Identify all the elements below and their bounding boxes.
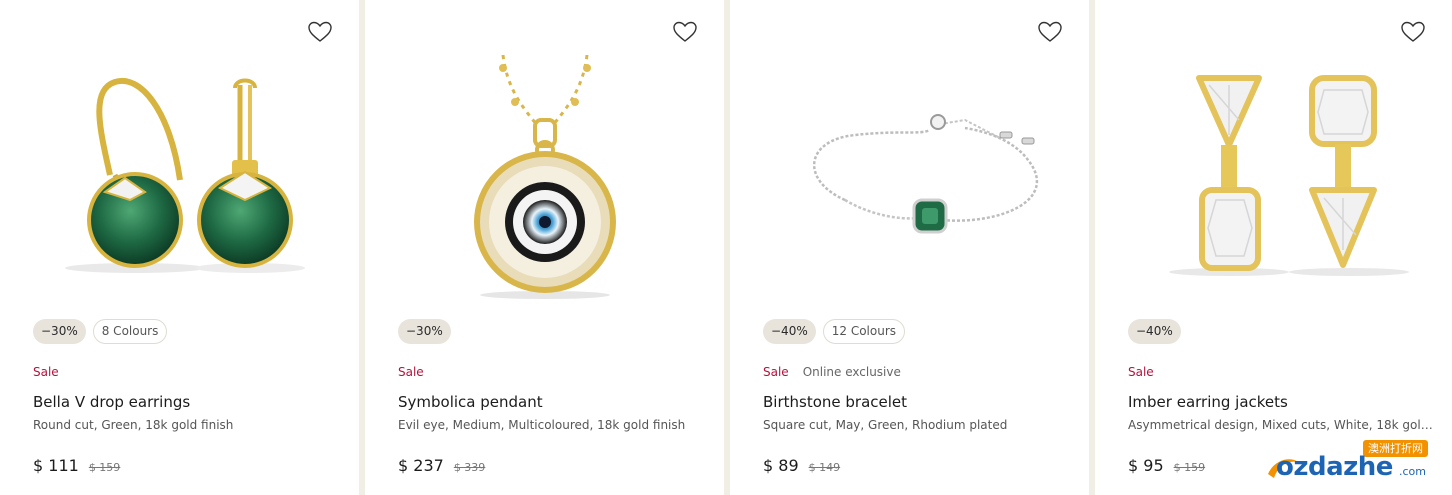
online-exclusive-label: Online exclusive — [802, 365, 901, 379]
sale-price: $ 95 — [1128, 456, 1164, 475]
discount-badge: −40% — [1128, 319, 1181, 344]
heart-icon[interactable] — [1400, 20, 1426, 44]
original-price: $ 339 — [453, 461, 486, 474]
original-price: $ 159 — [88, 461, 121, 474]
original-price: $ 149 — [808, 461, 841, 474]
sale-label: Sale — [763, 365, 789, 379]
product-name[interactable]: Bella V drop earrings — [33, 393, 190, 411]
colours-badge[interactable]: 8 Colours — [92, 319, 168, 344]
product-image[interactable] — [0, 50, 359, 310]
watermark-brand: ozdazhe — [1276, 452, 1393, 482]
product-card[interactable]: −40% Sale Imber earring jackets Asymmetr… — [1095, 0, 1452, 495]
evil-eye-pendant-icon — [473, 54, 616, 299]
sale-price: $ 89 — [763, 456, 799, 475]
site-watermark: 澳洲打折网 ozdazhe .com — [1264, 440, 1434, 488]
product-card[interactable]: −30% Sale Symbolica pendant Evil eye, Me… — [365, 0, 724, 495]
sale-price: $ 111 — [33, 456, 79, 475]
heart-icon[interactable] — [672, 20, 698, 44]
sale-label: Sale — [1128, 365, 1154, 379]
watermark-domain: .com — [1399, 465, 1426, 478]
sale-price: $ 237 — [398, 456, 444, 475]
product-description: Evil eye, Medium, Multicoloured, 18k gol… — [398, 418, 686, 432]
product-description: Asymmetrical design, Mixed cuts, White, … — [1128, 418, 1438, 432]
green-birthstone-bracelet-icon — [812, 114, 1038, 234]
product-image[interactable] — [365, 50, 724, 310]
discount-badge: −40% — [763, 319, 816, 344]
sale-label: Sale — [398, 365, 424, 379]
discount-badge: −30% — [398, 319, 451, 344]
sale-label: Sale — [33, 365, 59, 379]
product-name[interactable]: Birthstone bracelet — [763, 393, 907, 411]
heart-icon[interactable] — [307, 20, 333, 44]
product-grid: −30% 8 Colours Sale Bella V drop earring… — [0, 0, 1452, 495]
heart-icon[interactable] — [1037, 20, 1063, 44]
product-image[interactable] — [730, 50, 1089, 310]
green-drop-earrings-icon — [64, 77, 305, 273]
product-card[interactable]: −30% 8 Colours Sale Bella V drop earring… — [0, 0, 359, 495]
white-crystal-earring-jackets-icon — [1168, 75, 1409, 276]
colours-badge[interactable]: 12 Colours — [822, 319, 906, 344]
product-name[interactable]: Imber earring jackets — [1128, 393, 1288, 411]
product-description: Round cut, Green, 18k gold finish — [33, 418, 234, 432]
discount-badge: −30% — [33, 319, 86, 344]
original-price: $ 159 — [1173, 461, 1206, 474]
product-name[interactable]: Symbolica pendant — [398, 393, 543, 411]
product-card[interactable]: −40% 12 Colours Sale Online exclusive Bi… — [730, 0, 1089, 495]
product-description: Square cut, May, Green, Rhodium plated — [763, 418, 1008, 432]
product-image[interactable] — [1095, 50, 1452, 310]
